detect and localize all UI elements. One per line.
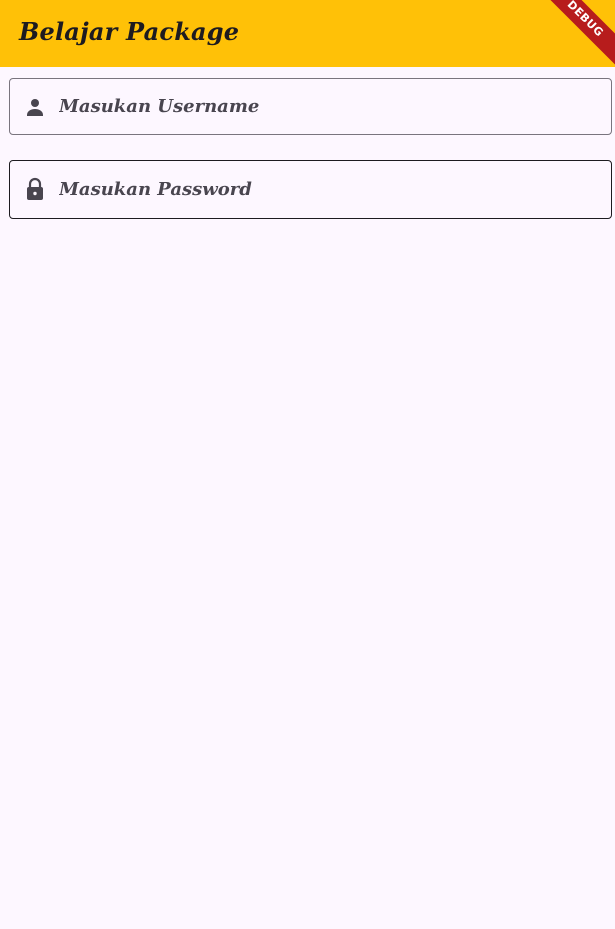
- password-field[interactable]: [9, 160, 612, 219]
- username-input[interactable]: [59, 79, 599, 134]
- app-screen: Belajar Package DEBUG: [0, 0, 615, 929]
- app-bar: Belajar Package: [0, 0, 615, 67]
- password-input[interactable]: [59, 161, 599, 218]
- lock-icon: [27, 177, 43, 200]
- page-title: Belajar Package: [19, 17, 240, 46]
- username-field[interactable]: [9, 78, 612, 135]
- person-icon: [27, 99, 43, 116]
